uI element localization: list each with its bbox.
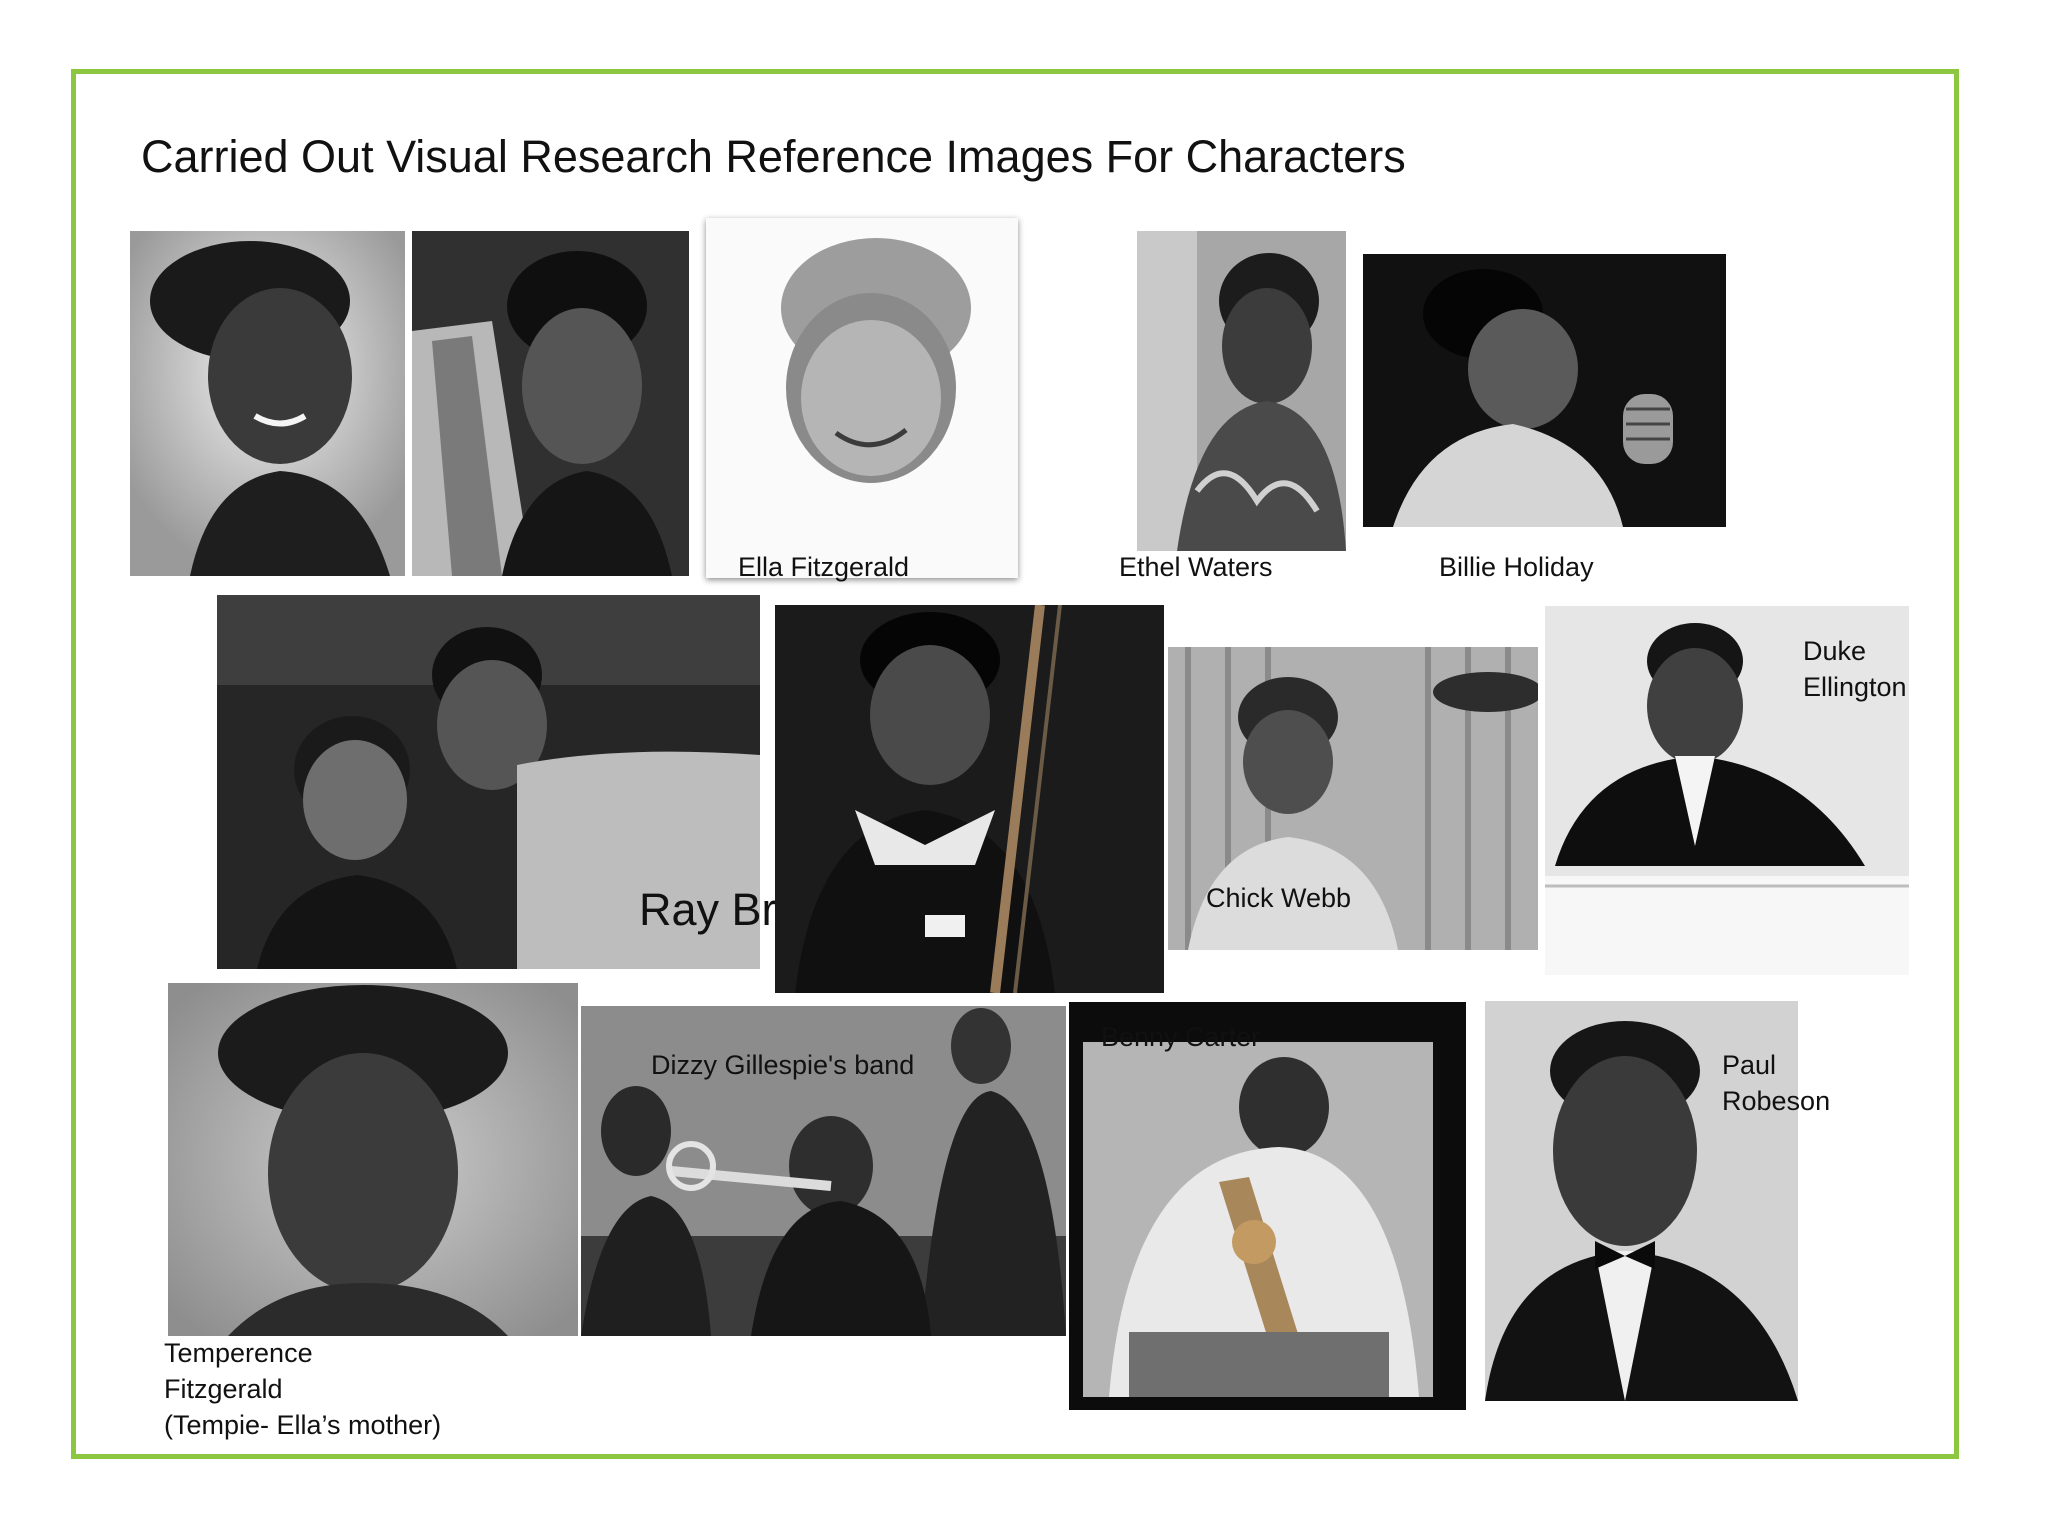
caption-duke-ellington-line-2: Ellington <box>1803 672 1907 702</box>
benny-carter-photo <box>1069 1002 1466 1410</box>
temperence-fitzgerald-photo <box>168 983 578 1336</box>
ethel-waters-photo <box>1137 231 1346 551</box>
caption-temperence-line-1: Temperence <box>164 1338 313 1368</box>
slide-title: Carried Out Visual Research Reference Im… <box>141 131 1406 182</box>
caption-duke-ellington-line-1: Duke <box>1803 636 1867 666</box>
caption-temperence-line-3: (Tempie- Ella’s mother) <box>164 1410 442 1440</box>
caption-temperence-line-2: Fitzgerald <box>164 1374 283 1404</box>
caption-paul-robeson-line-1: Paul <box>1722 1050 1777 1080</box>
bassist-photo <box>775 605 1164 993</box>
ella-fitzgerald-photo-2 <box>412 231 689 576</box>
caption-paul-robeson-line-2: Robeson <box>1722 1086 1831 1116</box>
caption-paul-robeson: Paul Robeson <box>1722 1047 1830 1119</box>
ella-fitzgerald-photo-1 <box>130 231 405 576</box>
ella-fitzgerald-sketch <box>706 218 1018 578</box>
caption-duke-ellington: Duke Ellington <box>1803 633 1907 705</box>
caption-ethel-waters: Ethel Waters <box>1119 552 1273 582</box>
caption-benny-carter: Benny Carter <box>1101 1022 1261 1052</box>
caption-ella-fitzgerald: Ella Fitzgerald <box>738 552 910 582</box>
caption-chick-webb: Chick Webb <box>1206 883 1352 913</box>
caption-dizzy-gillespie-band: Dizzy Gillespie's band <box>651 1050 915 1080</box>
caption-temperence-fitzgerald: Temperence Fitzgerald (Tempie- Ella’s mo… <box>164 1335 441 1443</box>
caption-billie-holiday: Billie Holiday <box>1439 552 1594 582</box>
billie-holiday-photo <box>1363 254 1726 527</box>
